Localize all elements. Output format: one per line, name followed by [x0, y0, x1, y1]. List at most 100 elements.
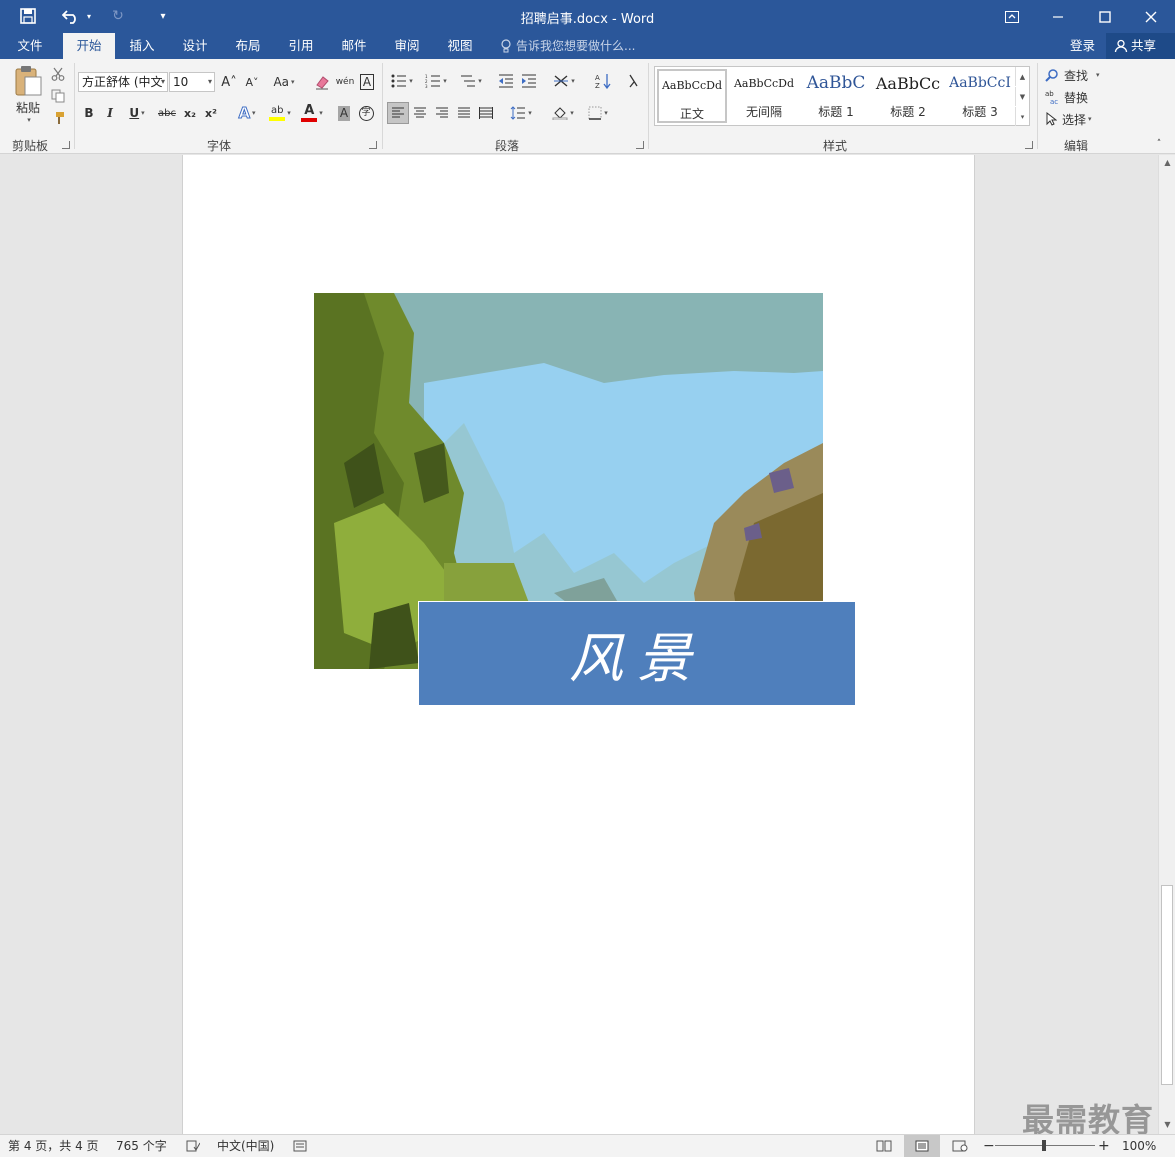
- collapse-ribbon-icon[interactable]: ˄: [1152, 137, 1166, 151]
- tab-layout[interactable]: 布局: [224, 33, 272, 59]
- customize-toolbar-icon[interactable]: ▾: [154, 6, 172, 26]
- copy-icon[interactable]: [48, 87, 68, 105]
- format-painter-icon[interactable]: [48, 109, 68, 127]
- numbering-icon[interactable]: 1 2 3 ▾: [421, 71, 451, 91]
- tell-me-search[interactable]: 告诉我您想要做什么...: [500, 33, 635, 59]
- multilevel-list-icon[interactable]: ▾: [455, 71, 487, 91]
- bullets-icon[interactable]: ▾: [387, 71, 417, 91]
- tab-design[interactable]: 设计: [171, 33, 219, 59]
- paste-dropdown-icon[interactable]: ▾: [27, 116, 31, 124]
- close-button[interactable]: [1128, 0, 1174, 33]
- font-name-combo[interactable]: 方正舒体 (中文 ▾: [78, 72, 168, 92]
- highlight-color-button[interactable]: ab ▾: [264, 103, 296, 123]
- select-button[interactable]: 选择 ▾: [1045, 110, 1107, 128]
- strikethrough-button[interactable]: abc: [155, 103, 179, 123]
- proofing-icon[interactable]: [186, 1135, 200, 1157]
- maximize-button[interactable]: [1082, 0, 1128, 33]
- scroll-up-icon[interactable]: ▲: [1159, 155, 1175, 169]
- tab-view[interactable]: 视图: [436, 33, 484, 59]
- font-dialog-launcher-icon[interactable]: [369, 141, 377, 149]
- paragraph-dialog-launcher-icon[interactable]: [636, 141, 644, 149]
- character-border-button[interactable]: A: [357, 72, 377, 92]
- zoom-out-button[interactable]: −: [983, 1135, 995, 1157]
- scroll-down-icon[interactable]: ▼: [1159, 1117, 1175, 1131]
- shrink-font-button[interactable]: A˅: [242, 72, 262, 92]
- shading-icon[interactable]: ▾: [547, 102, 579, 124]
- ribbon-display-options-button[interactable]: [989, 0, 1035, 33]
- sort-icon[interactable]: AZ: [592, 71, 614, 91]
- align-right-icon[interactable]: [431, 102, 453, 124]
- increase-indent-icon[interactable]: [518, 71, 540, 91]
- justify-icon[interactable]: [453, 102, 475, 124]
- align-left-icon[interactable]: [387, 102, 409, 124]
- gallery-scroll-up-icon[interactable]: ▲: [1015, 67, 1029, 86]
- scrollbar-thumb[interactable]: [1161, 885, 1173, 1085]
- align-center-icon[interactable]: [409, 102, 431, 124]
- borders-icon[interactable]: ▾: [582, 102, 614, 124]
- line-spacing-icon[interactable]: ▾: [506, 102, 536, 124]
- vertical-scrollbar[interactable]: ▲ ▼: [1158, 155, 1175, 1134]
- font-color-button[interactable]: A ▾: [298, 103, 326, 123]
- superscript-button[interactable]: x²: [201, 103, 221, 123]
- grow-font-button[interactable]: A˄: [219, 72, 239, 92]
- phonetic-guide-button[interactable]: wén: [334, 70, 356, 94]
- page-count-status[interactable]: 第 4 页，共 4 页: [8, 1135, 99, 1157]
- redo-icon[interactable]: ↻: [106, 6, 130, 26]
- subscript-button[interactable]: x₂: [180, 103, 200, 123]
- style-normal[interactable]: AaBbCcDd 正文: [657, 69, 727, 123]
- tab-references[interactable]: 引用: [277, 33, 325, 59]
- italic-button[interactable]: I: [101, 103, 119, 123]
- save-icon[interactable]: [16, 6, 40, 26]
- tab-review[interactable]: 审阅: [383, 33, 431, 59]
- underline-button[interactable]: U ▾: [122, 103, 152, 123]
- style-no-spacing[interactable]: AaBbCcDd 无间隔: [729, 69, 799, 123]
- styles-dialog-launcher-icon[interactable]: [1025, 141, 1033, 149]
- character-shading-button[interactable]: A: [335, 103, 353, 123]
- show-marks-icon[interactable]: [623, 71, 643, 91]
- tab-insert[interactable]: 插入: [118, 33, 166, 59]
- style-heading-2[interactable]: AaBbCc 标题 2: [873, 69, 943, 123]
- login-link[interactable]: 登录: [1070, 33, 1095, 59]
- chinese-layout-icon[interactable]: ▾: [549, 71, 579, 91]
- macro-recording-icon[interactable]: [293, 1135, 307, 1157]
- undo-dropdown-icon[interactable]: ▾: [84, 6, 94, 26]
- print-layout-icon[interactable]: [904, 1135, 940, 1157]
- gallery-scroll-down-icon[interactable]: ▼: [1015, 87, 1029, 106]
- tab-home[interactable]: 开始: [63, 33, 115, 59]
- find-button[interactable]: 查找 ▾: [1045, 66, 1107, 84]
- replace-button[interactable]: ab ac 替换: [1045, 88, 1107, 106]
- zoom-in-button[interactable]: +: [1098, 1135, 1110, 1157]
- text-effects-button[interactable]: A ▾: [231, 103, 263, 123]
- distributed-icon[interactable]: [475, 102, 497, 124]
- zoom-slider-thumb[interactable]: [1042, 1140, 1046, 1151]
- gallery-more-icon[interactable]: ▾: [1015, 107, 1029, 126]
- share-button[interactable]: 共享: [1106, 33, 1175, 59]
- cut-icon[interactable]: [48, 65, 68, 83]
- tab-mailings[interactable]: 邮件: [330, 33, 378, 59]
- style-heading-1[interactable]: AaBbC 标题 1: [801, 69, 871, 123]
- enclose-characters-button[interactable]: 字: [356, 103, 376, 123]
- group-separator: [1037, 63, 1038, 149]
- undo-icon[interactable]: [58, 6, 84, 26]
- document-area: 风景: [0, 155, 1158, 1134]
- paste-button[interactable]: 粘贴 ▾: [8, 63, 48, 125]
- clear-formatting-icon[interactable]: [311, 72, 333, 92]
- style-heading-3[interactable]: AaBbCcI 标题 3: [945, 69, 1015, 123]
- minimize-button[interactable]: [1035, 0, 1081, 33]
- word-count-status[interactable]: 765 个字: [116, 1135, 167, 1157]
- zoom-slider[interactable]: [995, 1135, 1095, 1157]
- font-size-combo[interactable]: 10 ▾: [169, 72, 215, 92]
- zoom-level[interactable]: 100%: [1122, 1135, 1156, 1157]
- chevron-down-icon: ▾: [1096, 71, 1100, 79]
- language-status[interactable]: 中文(中国): [217, 1135, 274, 1157]
- decrease-indent-icon[interactable]: [495, 71, 517, 91]
- web-layout-icon[interactable]: [952, 1135, 968, 1157]
- read-mode-icon[interactable]: [876, 1135, 892, 1157]
- replace-label: 替换: [1064, 90, 1089, 105]
- tab-file[interactable]: 文件: [6, 33, 54, 59]
- title-text-box[interactable]: 风景: [418, 601, 855, 705]
- document-page[interactable]: 风景: [182, 155, 975, 1134]
- clipboard-dialog-launcher-icon[interactable]: [62, 141, 70, 149]
- bold-button[interactable]: B: [80, 103, 98, 123]
- change-case-button[interactable]: Aa ▾: [268, 72, 300, 92]
